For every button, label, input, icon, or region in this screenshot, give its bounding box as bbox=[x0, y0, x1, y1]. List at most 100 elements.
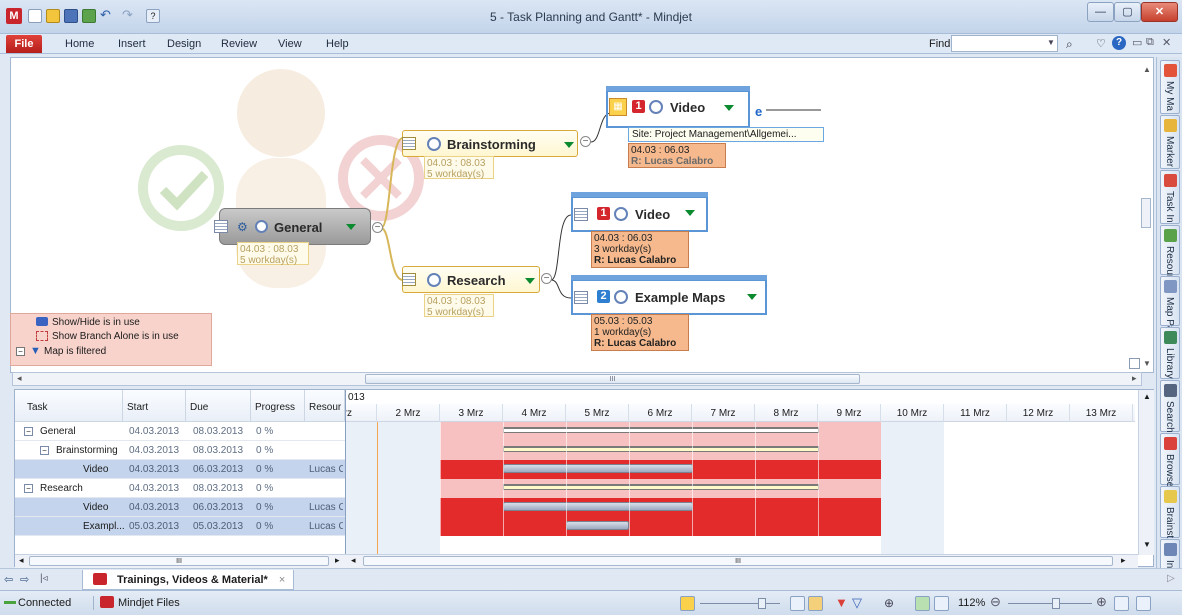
table-row[interactable]: Video 04.03.2013 06.03.2013 0 % Lucas C bbox=[15, 460, 345, 479]
collapse-icon[interactable]: − bbox=[24, 427, 33, 436]
collapse-icon[interactable]: − bbox=[580, 136, 591, 147]
progress-icon[interactable] bbox=[649, 100, 663, 114]
progress-icon[interactable] bbox=[614, 290, 628, 304]
topic-menu-arrow-icon[interactable] bbox=[747, 294, 757, 300]
tab-home[interactable]: Home bbox=[65, 38, 94, 50]
tab-task-info[interactable]: Task In bbox=[1160, 170, 1180, 224]
grid-horizontal-scrollbar[interactable]: ◂ III ▸ bbox=[15, 554, 345, 568]
col-progress[interactable]: Progress bbox=[251, 390, 305, 422]
gantt-horizontal-scrollbar[interactable]: ◂ III ▸ bbox=[345, 554, 1138, 568]
col-due[interactable]: Due bbox=[186, 390, 251, 422]
doc-close-icon[interactable]: ✕ bbox=[1162, 36, 1171, 49]
slider-thumb[interactable] bbox=[758, 598, 766, 609]
scroll-left-icon[interactable]: ◂ bbox=[17, 373, 22, 384]
notes-icon[interactable] bbox=[574, 291, 588, 304]
tab-design[interactable]: Design bbox=[167, 38, 201, 50]
filter-red-icon[interactable]: ▼ bbox=[835, 595, 848, 610]
gantt-view-icon[interactable] bbox=[680, 596, 695, 611]
heart-icon[interactable]: ♡ bbox=[1096, 37, 1106, 50]
priority-1-icon[interactable]: 1 bbox=[597, 207, 610, 220]
restore-icon[interactable]: ⧉ bbox=[1146, 36, 1154, 49]
topic-brainstorming[interactable]: Brainstorming bbox=[402, 130, 578, 157]
summary-bar[interactable] bbox=[503, 427, 819, 433]
fit-map-icon[interactable] bbox=[1114, 596, 1129, 611]
topic-menu-arrow-icon[interactable] bbox=[346, 224, 356, 230]
topic-example-maps[interactable]: 2 Example Maps bbox=[571, 275, 767, 315]
tab-view[interactable]: View bbox=[278, 38, 302, 50]
map-horizontal-scrollbar[interactable]: ◂ III ▸ bbox=[12, 372, 1142, 386]
zoom-out-icon[interactable]: ⊖ bbox=[990, 594, 1001, 610]
notes-icon[interactable] bbox=[402, 273, 416, 286]
summary-bar[interactable] bbox=[503, 484, 819, 490]
scroll-thumb[interactable]: III bbox=[363, 556, 1113, 566]
document-tab[interactable]: Trainings, Videos & Material* × bbox=[82, 570, 295, 590]
scroll-up-icon[interactable]: ▲ bbox=[1143, 65, 1151, 74]
scroll-left-icon[interactable]: ◂ bbox=[351, 555, 356, 566]
find-input[interactable] bbox=[951, 35, 1058, 52]
close-tab-icon[interactable]: × bbox=[279, 574, 285, 586]
tab-scroll-right-icon[interactable]: ▷ bbox=[1167, 573, 1175, 584]
find-dropdown-icon[interactable]: ▼ bbox=[1047, 38, 1055, 47]
scroll-thumb[interactable]: III bbox=[365, 374, 860, 384]
topic-menu-arrow-icon[interactable] bbox=[724, 105, 734, 111]
notes-icon[interactable] bbox=[402, 137, 416, 150]
tab-search[interactable]: Search bbox=[1160, 380, 1180, 433]
nav-forward-icon[interactable]: ⇨ bbox=[20, 573, 29, 586]
nav-first-icon[interactable]: |◃ bbox=[40, 573, 48, 584]
topic-menu-arrow-icon[interactable] bbox=[564, 142, 574, 148]
summary-bar[interactable] bbox=[503, 446, 819, 452]
col-resource[interactable]: Resour bbox=[305, 390, 345, 422]
ribbon-minimize-icon[interactable]: ▭ bbox=[1132, 36, 1142, 49]
tab-brainstorm[interactable]: Brainst bbox=[1160, 486, 1180, 538]
map-view-icon[interactable] bbox=[808, 596, 823, 611]
overview-icon[interactable] bbox=[1129, 358, 1140, 369]
topic-research[interactable]: Research bbox=[402, 266, 540, 293]
close-button[interactable]: ✕ bbox=[1141, 2, 1178, 22]
tab-insert[interactable]: Insert bbox=[118, 38, 146, 50]
mindjet-files-link[interactable]: Mindjet Files bbox=[118, 597, 180, 609]
collapse-icon[interactable]: − bbox=[372, 222, 383, 233]
table-row[interactable]: − Research 04.03.2013 08.03.2013 0 % bbox=[15, 479, 345, 498]
tab-my-maps[interactable]: My Ma bbox=[1160, 60, 1180, 114]
priority-1-icon[interactable]: 1 bbox=[632, 100, 645, 113]
branch-icon[interactable]: ⊕ bbox=[884, 596, 894, 610]
maximize-button[interactable]: ▢ bbox=[1114, 2, 1141, 22]
table-row[interactable]: − Brainstorming 04.03.2013 08.03.2013 0 % bbox=[15, 441, 345, 460]
binoculars-icon[interactable]: ⌕ bbox=[1066, 37, 1073, 52]
scroll-up-icon[interactable]: ▲ bbox=[1143, 392, 1151, 401]
progress-icon[interactable] bbox=[427, 137, 441, 151]
central-topic-general[interactable]: ⚙ General bbox=[214, 208, 371, 245]
notes-icon[interactable] bbox=[214, 220, 228, 233]
collapse-icon[interactable]: − bbox=[541, 273, 552, 284]
layout-icon[interactable] bbox=[1136, 596, 1151, 611]
collapse-icon[interactable]: − bbox=[24, 484, 33, 493]
help-circle-icon[interactable]: ? bbox=[1112, 36, 1126, 50]
topic-video-2[interactable]: 1 Video bbox=[571, 192, 708, 232]
scroll-thumb[interactable]: III bbox=[29, 556, 329, 566]
gantt-vertical-scrollbar[interactable]: ▲ ▼ bbox=[1138, 390, 1154, 555]
col-task[interactable]: Task bbox=[15, 390, 123, 422]
connection-status[interactable]: Connected bbox=[18, 597, 71, 609]
outline-view-icon[interactable] bbox=[915, 596, 930, 611]
notes-icon[interactable] bbox=[574, 208, 588, 221]
attachment-icon[interactable]: ▦ bbox=[609, 98, 627, 116]
col-start[interactable]: Start bbox=[123, 390, 186, 422]
zoom-thumb[interactable] bbox=[1052, 598, 1060, 609]
gantt-chart[interactable]: 013 1rz 2 Mrz 3 Mrz 4 Mrz 5 Mrz 6 Mrz 7 … bbox=[345, 390, 1135, 555]
tab-map-parts[interactable]: Map Pa bbox=[1160, 276, 1180, 331]
scroll-down-icon[interactable]: ▼ bbox=[1143, 359, 1151, 368]
scroll-right-icon[interactable]: ▸ bbox=[1132, 373, 1137, 384]
table-row[interactable]: Exampl... 05.03.2013 05.03.2013 0 % Lucas C bbox=[15, 517, 345, 536]
topic-video-selected[interactable]: ▦ 1 Video bbox=[606, 86, 750, 128]
list-view-icon[interactable] bbox=[934, 596, 949, 611]
fit-view-icon[interactable] bbox=[790, 596, 805, 611]
ie-link-icon[interactable]: e bbox=[755, 104, 762, 119]
filter-blue-icon[interactable]: ▽ bbox=[852, 595, 862, 611]
vertical-scroll-thumb[interactable] bbox=[1141, 198, 1151, 228]
task-bar[interactable] bbox=[503, 502, 693, 511]
zoom-in-icon[interactable]: ⊕ bbox=[1096, 594, 1107, 610]
nav-back-icon[interactable]: ⇦ bbox=[4, 573, 13, 586]
tab-review[interactable]: Review bbox=[221, 38, 257, 50]
progress-icon[interactable] bbox=[427, 273, 441, 287]
topic-menu-arrow-icon[interactable] bbox=[525, 278, 535, 284]
